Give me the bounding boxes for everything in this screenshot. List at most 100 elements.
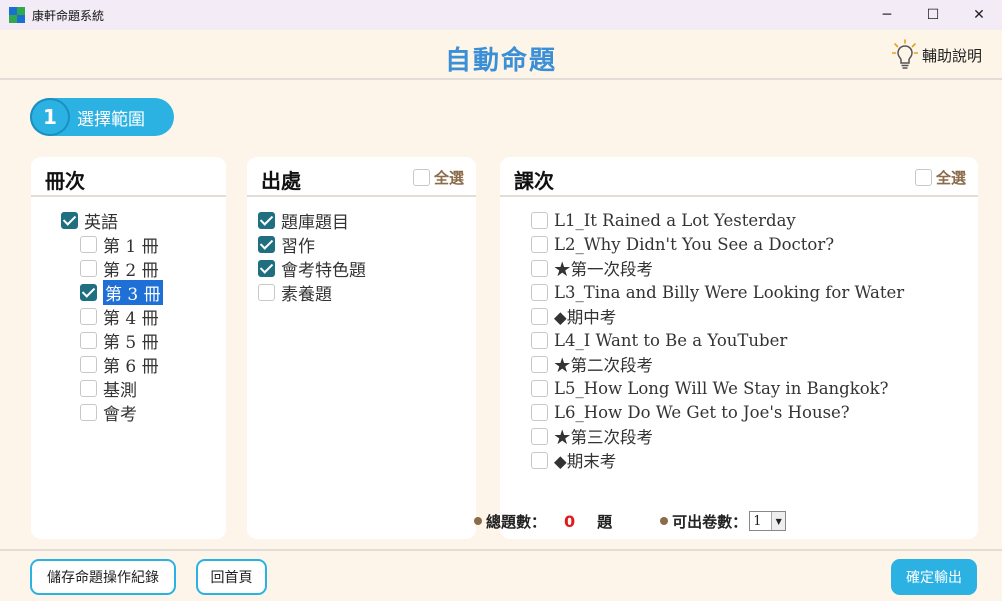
lesson-checkbox[interactable] xyxy=(531,427,548,445)
app-logo-icon xyxy=(9,7,25,23)
source-label: 素養題 xyxy=(281,284,332,305)
volumes-panel: 冊次 英語 第 1 冊 第 2 冊 第 3 冊 第 4 冊 第 5 冊 第 6 … xyxy=(31,157,226,539)
lesson-label: ★第二次段考 xyxy=(554,356,653,375)
sources-title: 出處 xyxy=(261,169,301,193)
dropdown-arrow-icon[interactable]: ▼ xyxy=(771,512,786,530)
lesson-label: ◆期末考 xyxy=(554,452,617,471)
lesson-checkbox[interactable] xyxy=(531,283,548,301)
bullet-dot-icon xyxy=(474,517,482,525)
lessons-list: L1_It Rained a Lot Yesterday L2_Why Didn… xyxy=(531,208,904,472)
source-label: 習作 xyxy=(281,236,315,257)
lessons-select-all[interactable]: 全選 xyxy=(914,167,966,188)
source-item[interactable]: 題庫題目 xyxy=(258,208,366,233)
lesson-checkbox[interactable] xyxy=(531,259,548,277)
lesson-item[interactable]: ★第一次段考 xyxy=(531,256,904,280)
lesson-item[interactable]: ◆期中考 xyxy=(531,304,904,328)
volume-item[interactable]: 基測 xyxy=(80,376,163,401)
source-checkbox[interactable] xyxy=(258,235,275,253)
source-item[interactable]: 習作 xyxy=(258,232,366,257)
lesson-item[interactable]: L1_It Rained a Lot Yesterday xyxy=(531,208,904,232)
home-button[interactable]: 回首頁 xyxy=(196,559,267,595)
lesson-item[interactable]: ◆期末考 xyxy=(531,448,904,472)
volume-item[interactable]: 第 2 冊 xyxy=(80,256,163,281)
source-checkbox[interactable] xyxy=(258,283,275,301)
lesson-checkbox[interactable] xyxy=(531,403,548,421)
volume-label: 第 2 冊 xyxy=(103,260,159,281)
help-label: 輔助說明 xyxy=(921,46,982,65)
save-record-button[interactable]: 儲存命題操作紀錄 xyxy=(30,559,176,595)
source-checkbox[interactable] xyxy=(258,211,275,229)
volume-item[interactable]: 第 3 冊 xyxy=(80,279,163,305)
lesson-checkbox[interactable] xyxy=(531,331,548,349)
source-item[interactable]: 素養題 xyxy=(258,280,366,305)
volume-checkbox[interactable] xyxy=(80,283,97,301)
lesson-item[interactable]: ★第三次段考 xyxy=(531,424,904,448)
lessons-panel-header: 課次 全選 xyxy=(500,157,978,197)
sources-panel: 出處 全選 題庫題目 習作 會考特色題 素養題 xyxy=(247,157,476,539)
maximize-button[interactable]: ☐ xyxy=(910,0,956,30)
total-questions-value: 0 xyxy=(564,511,576,531)
volume-root-item[interactable]: 英語 xyxy=(61,208,163,233)
sources-list: 題庫題目 習作 會考特色題 素養題 xyxy=(258,208,366,305)
lesson-checkbox[interactable] xyxy=(531,355,548,373)
sources-panel-header: 出處 全選 xyxy=(247,157,476,197)
total-questions-label: 總題數： xyxy=(486,512,547,531)
volume-label: 會考 xyxy=(103,404,137,425)
source-label: 會考特色題 xyxy=(281,260,366,281)
summary-bar: 總題數： 0 題 可出卷數： 1 ▼ xyxy=(474,510,787,532)
lesson-checkbox[interactable] xyxy=(531,379,548,397)
volume-label-selected: 第 3 冊 xyxy=(103,279,163,305)
window-titlebar[interactable]: 康軒命題系統 ─ ☐ ✕ xyxy=(0,0,1002,30)
lesson-item[interactable]: ★第二次段考 xyxy=(531,352,904,376)
volume-item[interactable]: 會考 xyxy=(80,400,163,425)
lesson-item[interactable]: L3_Tina and Billy Were Looking for Water xyxy=(531,280,904,304)
lesson-label: ◆期中考 xyxy=(554,308,617,327)
step-label: 選擇範圍 xyxy=(77,109,145,130)
volume-item[interactable]: 第 6 冊 xyxy=(80,352,163,377)
lesson-label: ★第一次段考 xyxy=(554,260,653,279)
lesson-checkbox[interactable] xyxy=(531,451,548,469)
bullet-dot-icon xyxy=(660,517,669,525)
volume-item[interactable]: 第 5 冊 xyxy=(80,328,163,353)
volume-checkbox[interactable] xyxy=(80,355,97,373)
lesson-checkbox[interactable] xyxy=(531,235,548,253)
lesson-checkbox[interactable] xyxy=(531,307,548,325)
volume-checkbox[interactable] xyxy=(80,235,97,253)
lessons-title: 課次 xyxy=(514,169,554,193)
lesson-item[interactable]: L2_Why Didn't You See a Doctor? xyxy=(531,232,904,256)
sources-select-all[interactable]: 全選 xyxy=(412,167,464,188)
source-checkbox[interactable] xyxy=(258,259,275,277)
volume-label: 第 1 冊 xyxy=(103,236,159,257)
sources-select-all-checkbox[interactable] xyxy=(412,169,430,186)
lesson-item[interactable]: L6_How Do We Get to Joe's House? xyxy=(531,400,904,424)
close-button[interactable]: ✕ xyxy=(956,0,1002,30)
minimize-button[interactable]: ─ xyxy=(864,0,910,30)
volumes-tree: 英語 第 1 冊 第 2 冊 第 3 冊 第 4 冊 第 5 冊 第 6 冊 基… xyxy=(61,208,163,425)
volume-item[interactable]: 第 1 冊 xyxy=(80,232,163,257)
page-header: 自動命題 輔助說明 xyxy=(0,30,1002,80)
lessons-select-all-checkbox[interactable] xyxy=(914,169,932,186)
lesson-item[interactable]: L4_I Want to Be a YouTuber xyxy=(531,328,904,352)
volume-checkbox[interactable] xyxy=(80,403,97,421)
page-footer: 儲存命題操作紀錄 回首頁 確定輸出 xyxy=(0,549,1002,601)
volume-checkbox[interactable] xyxy=(80,331,97,349)
volume-root-checkbox[interactable] xyxy=(61,211,78,229)
lesson-label: L2_Why Didn't You See a Doctor? xyxy=(554,234,835,254)
help-button[interactable]: 輔助說明 xyxy=(891,39,982,71)
volume-item[interactable]: 第 4 冊 xyxy=(80,304,163,329)
lesson-checkbox[interactable] xyxy=(531,211,548,229)
volume-checkbox[interactable] xyxy=(80,307,97,325)
volume-label: 第 6 冊 xyxy=(103,356,159,377)
lesson-label: L5_How Long Will We Stay in Bangkok? xyxy=(554,378,889,398)
volume-checkbox[interactable] xyxy=(80,259,97,277)
lightbulb-icon xyxy=(891,39,918,69)
confirm-export-button[interactable]: 確定輸出 xyxy=(891,559,977,595)
source-item[interactable]: 會考特色題 xyxy=(258,256,366,281)
volume-label: 第 4 冊 xyxy=(103,308,159,329)
window-title: 康軒命題系統 xyxy=(32,8,105,23)
volume-checkbox[interactable] xyxy=(80,379,97,397)
lesson-item[interactable]: L5_How Long Will We Stay in Bangkok? xyxy=(531,376,904,400)
copies-select[interactable]: 1 ▼ xyxy=(749,511,787,531)
lessons-panel: 課次 全選 L1_It Rained a Lot Yesterday L2_Wh… xyxy=(500,157,978,539)
source-label: 題庫題目 xyxy=(281,212,349,233)
